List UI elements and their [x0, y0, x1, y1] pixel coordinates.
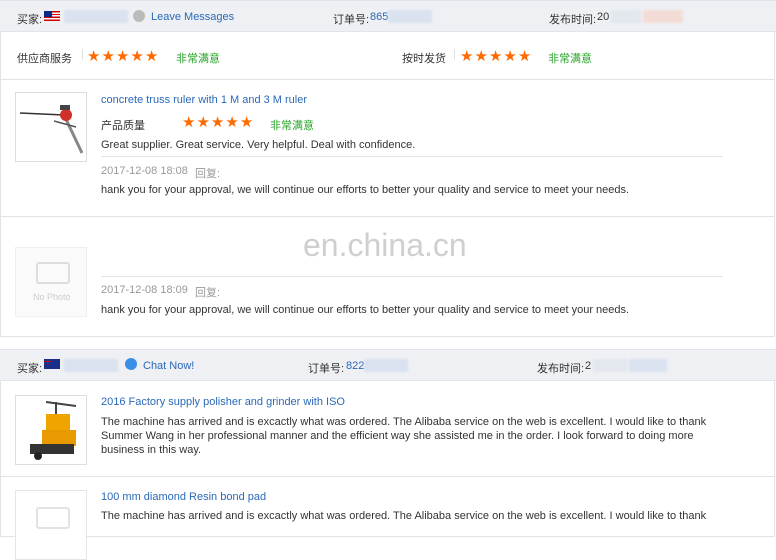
date-redacted-1	[611, 10, 641, 23]
chat-now-link[interactable]: Chat Now!	[143, 360, 194, 372]
star-icon: ★	[196, 113, 210, 131]
image-placeholder-icon	[36, 507, 70, 529]
buyer-name-redacted	[64, 359, 118, 372]
star-icon: ★	[460, 47, 474, 65]
quality-text: 非常满意	[270, 120, 314, 132]
ratings-row: 供应商服务 | ★ ★ ★ ★ ★ 非常满意 按时发货 | ★ ★ ★ ★ ★ 非常满意	[0, 32, 775, 80]
date-redacted-2	[643, 10, 683, 23]
divider-line: |	[81, 48, 84, 60]
star-icon: ★	[182, 113, 196, 131]
order-header: 买家: Leave Messages 订单号: 865 发布时间: 20	[0, 0, 776, 32]
product-title-link[interactable]: concrete truss ruler with 1 M and 3 M ru…	[101, 94, 307, 106]
buyer-name-redacted	[64, 10, 128, 23]
order-header: 买家: Chat Now! 订单号: 822 发布时间: 2	[0, 349, 776, 381]
star-icon: ★	[517, 47, 532, 65]
publish-date-value: 2	[585, 360, 592, 372]
polisher-grinder-image	[30, 401, 77, 460]
quality-stars: ★ ★ ★ ★ ★	[182, 115, 253, 130]
supplier-service-stars: ★ ★ ★ ★ ★	[87, 49, 158, 64]
on-time-label: 按时发货	[402, 53, 446, 65]
product-thumbnail[interactable]	[15, 490, 87, 560]
star-icon: ★	[101, 47, 115, 65]
order-number-value[interactable]: 822	[346, 360, 364, 372]
star-icon: ★	[144, 47, 159, 65]
date-redacted-2	[629, 359, 667, 372]
star-icon: ★	[503, 47, 517, 65]
review-comment: The machine has arrived and is excactly …	[101, 510, 707, 522]
on-time-stars: ★ ★ ★ ★ ★	[460, 49, 531, 64]
star-icon: ★	[225, 113, 239, 131]
divider-line: |	[453, 48, 456, 60]
image-placeholder-icon	[36, 262, 70, 284]
reply-label: 回复:	[195, 287, 221, 299]
divider	[101, 276, 723, 277]
review-item: concrete truss ruler with 1 M and 3 M ru…	[0, 80, 775, 217]
publish-date-value: 20	[597, 11, 610, 23]
divider	[101, 156, 723, 157]
reply-time: 2017-12-08 18:09	[101, 284, 188, 296]
review-comment: Great supplier. Great service. Very help…	[101, 139, 416, 151]
date-redacted-1	[593, 359, 627, 372]
buyer-label: 买家:	[17, 363, 43, 375]
publish-date-label: 发布时间:	[549, 14, 597, 26]
publish-date-label: 发布时间:	[537, 363, 585, 375]
leave-messages-link[interactable]: Leave Messages	[151, 11, 234, 23]
user-avatar-icon	[133, 10, 145, 22]
star-icon: ★	[474, 47, 488, 65]
flag-malaysia-icon	[44, 11, 60, 21]
buyer-label: 买家:	[17, 14, 43, 26]
product-title-link[interactable]: 100 mm diamond Resin bond pad	[101, 491, 266, 503]
review-item: 100 mm diamond Resin bond pad The machin…	[0, 477, 775, 560]
reply-label: 回复:	[195, 168, 221, 180]
order-number-label: 订单号:	[333, 14, 370, 26]
on-time-text: 非常满意	[548, 53, 592, 65]
product-title-link[interactable]: 2016 Factory supply polisher and grinder…	[101, 396, 345, 408]
review-item: 2016 Factory supply polisher and grinder…	[0, 381, 775, 477]
star-icon: ★	[130, 47, 144, 65]
review-item: No Photo en.china.cn 2017-12-08 18:09 回复…	[0, 217, 775, 337]
no-photo-thumbnail: No Photo	[15, 247, 87, 317]
star-icon: ★	[210, 113, 225, 131]
watermark-text: en.china.cn	[303, 227, 467, 263]
star-icon: ★	[87, 47, 101, 65]
supplier-service-label: 供应商服务	[17, 53, 72, 65]
review-comment: The machine has arrived and is excactly …	[101, 416, 707, 456]
product-thumbnail[interactable]	[15, 395, 87, 465]
star-icon: ★	[115, 47, 130, 65]
star-icon: ★	[488, 47, 503, 65]
chat-bubble-icon	[125, 358, 137, 370]
order-number-redacted	[364, 359, 408, 372]
no-photo-label: No Photo	[33, 292, 71, 302]
product-thumbnail[interactable]	[15, 92, 87, 162]
truss-ruler-image	[19, 105, 84, 154]
order-number-value[interactable]: 865	[370, 11, 388, 23]
quality-label: 产品质量	[101, 120, 145, 132]
order-number-label: 订单号:	[308, 363, 345, 375]
flag-australia-icon	[44, 359, 60, 369]
supplier-service-text: 非常满意	[176, 53, 220, 65]
reply-time: 2017-12-08 18:08	[101, 165, 188, 177]
star-icon: ★	[239, 113, 254, 131]
reply-text: hank you for your approval, we will cont…	[101, 184, 630, 196]
order-number-redacted	[388, 10, 432, 23]
reply-text: hank you for your approval, we will cont…	[101, 304, 630, 316]
